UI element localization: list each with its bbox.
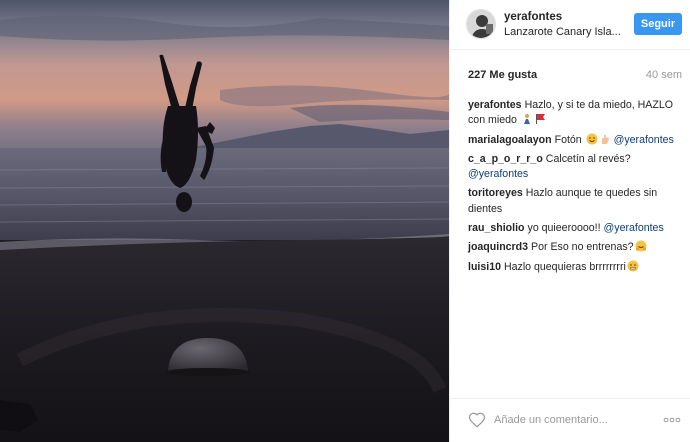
comment-item: toritoreyes Hazlo aunque te quedes sin di… bbox=[468, 186, 684, 217]
likes-count[interactable]: 227 Me gusta bbox=[468, 69, 537, 81]
comment-username[interactable]: joaquincrd3 bbox=[468, 241, 528, 253]
comment-item: rau_shiolio yo quieeroooo!! @yerafontes bbox=[468, 221, 684, 236]
comment-item: luisi10 Hazlo quequieras brrrrrrrri bbox=[468, 260, 684, 275]
comment-mention[interactable]: @yerafontes bbox=[468, 168, 528, 180]
comment-text: Calcetín al revés? bbox=[545, 152, 631, 165]
post-details-panel: yerafontes Lanzarote Canary Isla... Segu… bbox=[449, 0, 690, 442]
comment-item: c_a_p_o_r_r_o Calcetín al revés? @yerafon… bbox=[468, 152, 684, 183]
smile-icon bbox=[586, 133, 598, 145]
comments-list: yerafontes Hazlo, y si te da miedo, HAZLO… bbox=[468, 98, 684, 279]
sunset-beach-backflip-image bbox=[0, 0, 449, 442]
header-username[interactable]: yerafontes bbox=[504, 11, 562, 23]
comment-input[interactable] bbox=[494, 412, 654, 428]
comment-mention[interactable]: @yerafontes bbox=[604, 222, 664, 234]
avatar[interactable] bbox=[466, 9, 496, 39]
comment-text: Hazlo quequieras brrrrrrrri bbox=[503, 260, 626, 273]
header-location[interactable]: Lanzarote Canary Isla... bbox=[504, 26, 624, 38]
comment-footer bbox=[450, 398, 690, 442]
more-options-icon[interactable] bbox=[663, 417, 681, 423]
heart-icon[interactable] bbox=[468, 411, 486, 429]
profile-picture-icon bbox=[467, 10, 495, 38]
comment-username[interactable]: c_a_p_o_r_r_o bbox=[468, 153, 543, 165]
comment-text: Fotón bbox=[554, 133, 582, 146]
comment-item: yerafontes Hazlo, y si te da miedo, HAZLO… bbox=[468, 98, 684, 129]
comment-item: joaquincrd3 Por Eso no entrenas? bbox=[468, 240, 684, 255]
flag-icon bbox=[535, 114, 545, 125]
hug-icon bbox=[635, 240, 647, 252]
cold-face-icon bbox=[627, 260, 639, 272]
post-header: yerafontes Lanzarote Canary Isla... Segu… bbox=[450, 0, 690, 50]
post-age[interactable]: 40 sem bbox=[646, 69, 682, 81]
comment-username[interactable]: toritoreyes bbox=[468, 187, 523, 199]
follow-button[interactable]: Seguir bbox=[634, 13, 682, 35]
comment-item: marialagoalayon Fotón @yerafontes bbox=[468, 133, 684, 148]
comment-username[interactable]: marialagoalayon bbox=[468, 134, 552, 146]
instagram-post: yerafontes Lanzarote Canary Isla... Segu… bbox=[0, 0, 690, 442]
comment-username[interactable]: luisi10 bbox=[468, 261, 501, 273]
likes-row: 227 Me gusta 40 sem bbox=[450, 50, 690, 96]
hand-icon bbox=[601, 134, 609, 144]
comment-text: yo quieeroooo!! bbox=[527, 222, 601, 235]
comment-username[interactable]: rau_shiolio bbox=[468, 222, 525, 234]
person-icon bbox=[523, 114, 530, 125]
comment-username[interactable]: yerafontes bbox=[468, 99, 522, 111]
post-photo[interactable] bbox=[0, 0, 449, 442]
comment-mention[interactable]: @yerafontes bbox=[614, 134, 674, 146]
comment-text: Por Eso no entrenas? bbox=[531, 241, 634, 254]
